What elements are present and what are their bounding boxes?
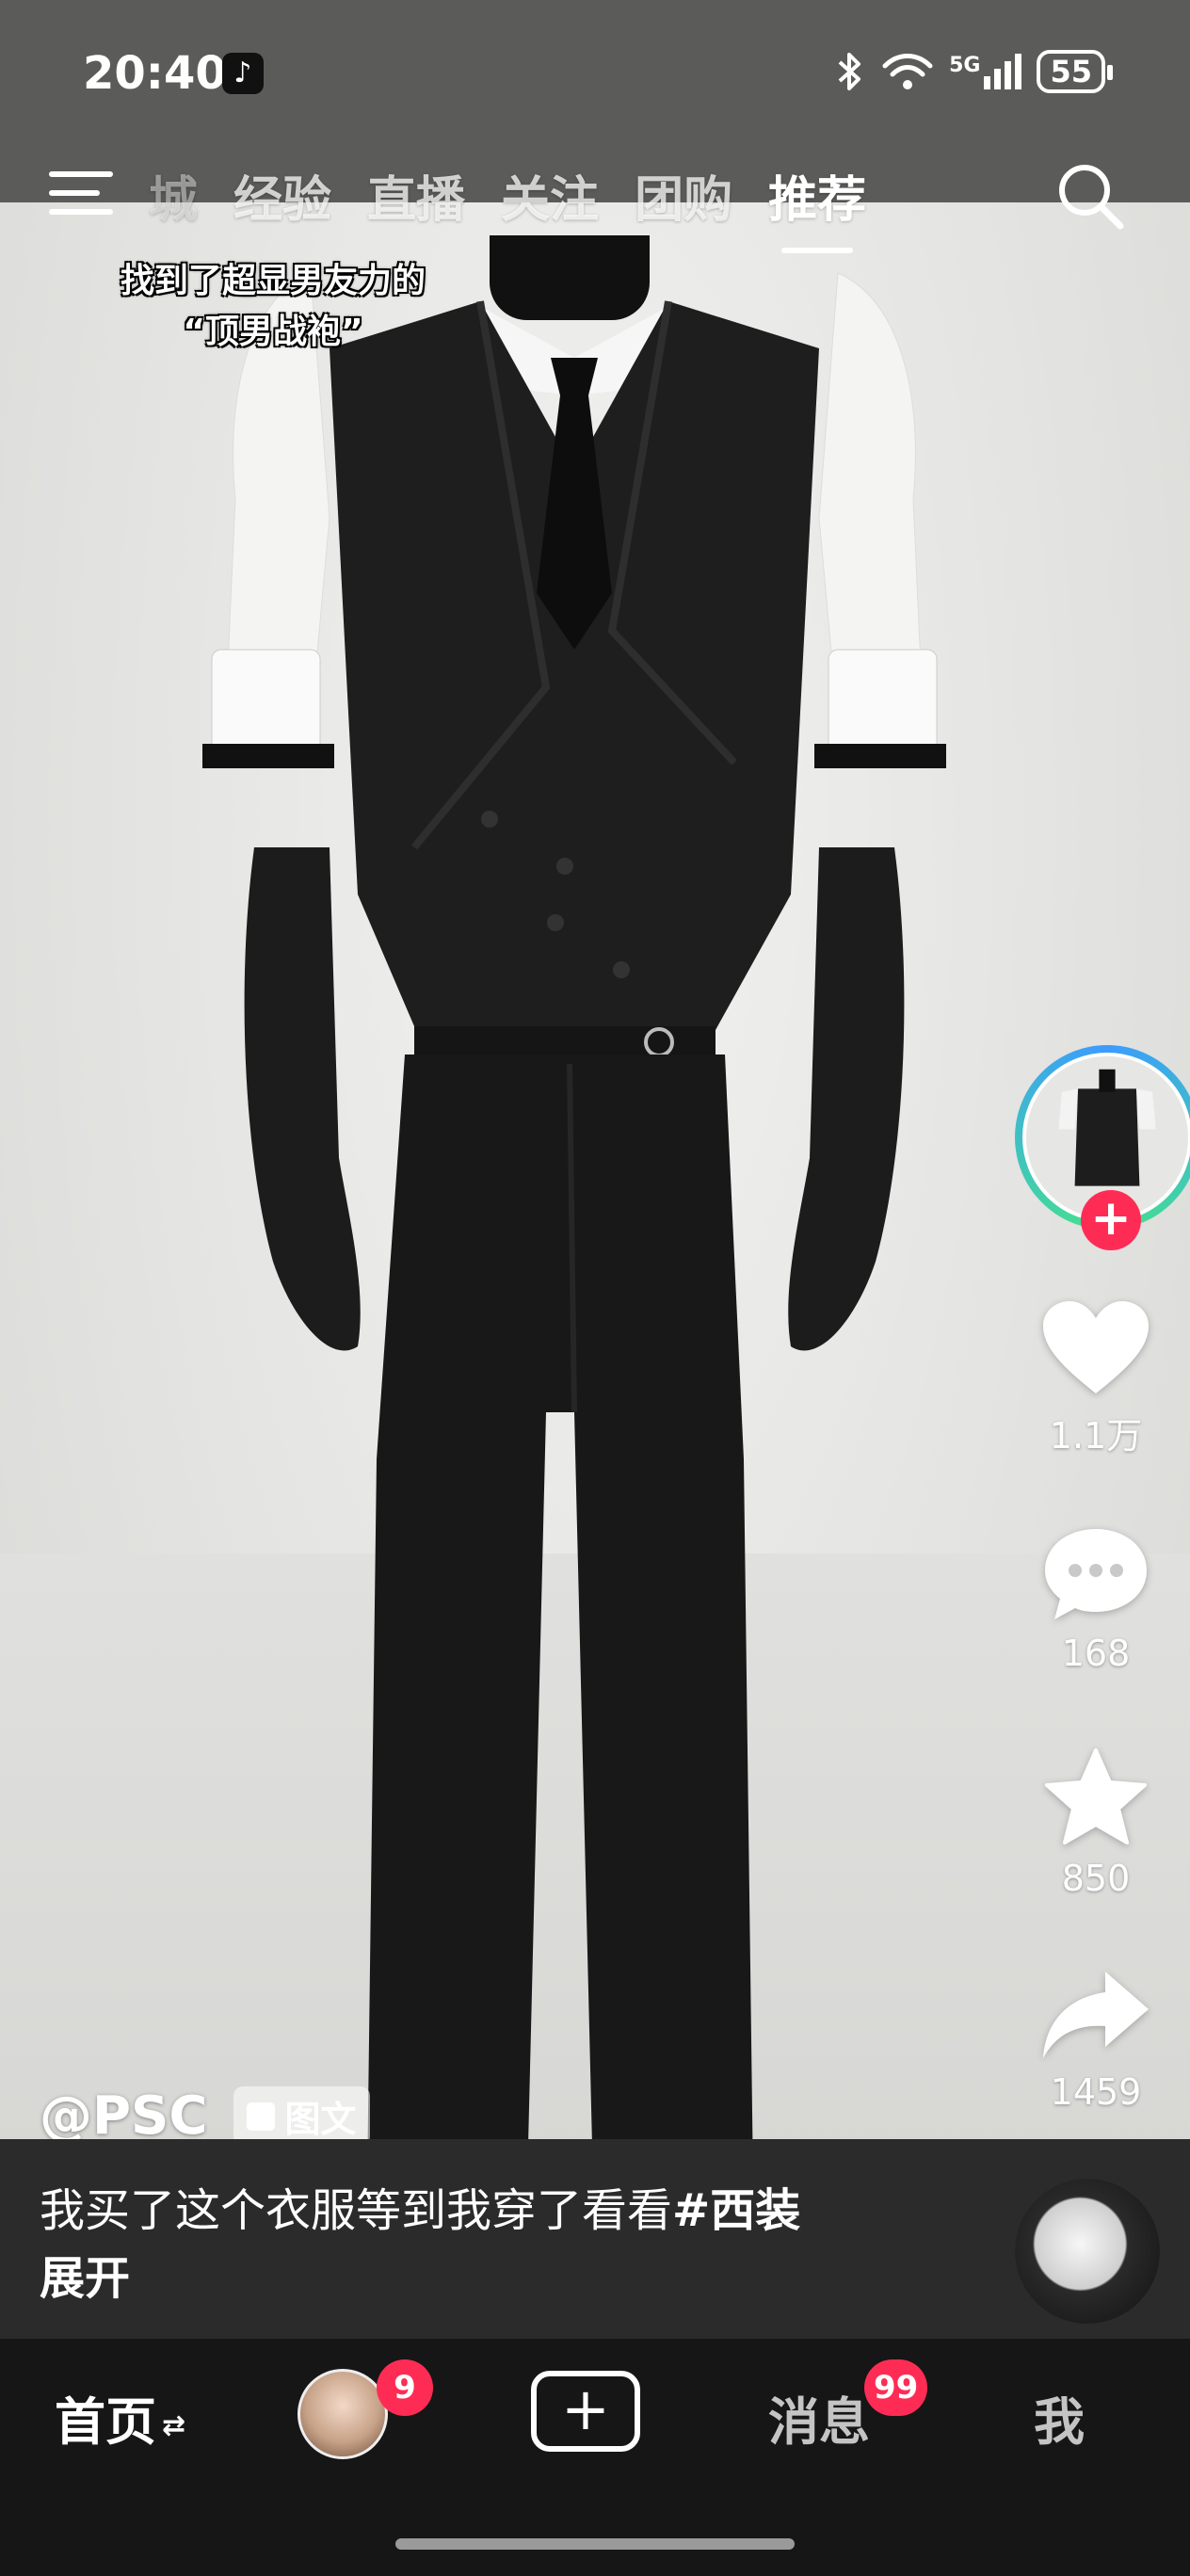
music-disc[interactable] bbox=[1015, 2179, 1160, 2324]
tab-following[interactable]: 关注 bbox=[501, 160, 599, 231]
nav-messages[interactable]: 消息 bbox=[768, 2380, 870, 2455]
heart-icon bbox=[1043, 1301, 1149, 1393]
comment-count: 168 bbox=[1061, 1633, 1131, 1674]
like-count: 1.1万 bbox=[1049, 1415, 1143, 1457]
messages-badge: 99 bbox=[864, 2359, 928, 2416]
nav-friends-avatar[interactable] bbox=[298, 2369, 388, 2459]
nav-home-label: 首页 bbox=[55, 2392, 156, 2452]
tab-live[interactable]: 直播 bbox=[367, 160, 465, 231]
image-text-icon bbox=[247, 2101, 276, 2131]
description-text: 我买了这个衣服等到我穿了看看 bbox=[40, 2184, 673, 2237]
tab-group-buy[interactable]: 团购 bbox=[635, 160, 732, 231]
nav-home[interactable]: 首页 ⇄ bbox=[55, 2380, 185, 2455]
menu-icon[interactable] bbox=[49, 171, 113, 228]
hashtag-link[interactable]: #西装 bbox=[672, 2184, 800, 2237]
video-caption: 找到了超显男友力的 “顶男战袍” bbox=[99, 256, 447, 358]
post-type-label: 图文 bbox=[284, 2099, 357, 2140]
star-icon bbox=[1045, 1748, 1147, 1844]
follow-button[interactable]: + bbox=[1081, 1190, 1141, 1250]
share-button[interactable]: 1459 bbox=[1002, 1968, 1190, 2113]
description-panel: 我买了这个衣服等到我穿了看看#西装 展开 bbox=[0, 2139, 1190, 2339]
status-time: 20:40 bbox=[83, 47, 227, 100]
author-row: @PSC 图文 bbox=[40, 2085, 370, 2147]
comment-icon bbox=[1045, 1529, 1147, 1619]
status-indicators: 5G 55 bbox=[834, 49, 1113, 94]
nav-me[interactable]: 我 bbox=[1034, 2380, 1085, 2455]
top-nav: 城 经验 直播 关注 团购 推荐 bbox=[0, 151, 1190, 254]
favorite-button[interactable]: 850 bbox=[1002, 1747, 1190, 1899]
tab-mall[interactable]: 城 bbox=[149, 160, 198, 231]
tiktok-notification-icon: ♪ bbox=[222, 53, 264, 94]
home-indicator[interactable] bbox=[395, 2538, 795, 2550]
search-icon[interactable] bbox=[1053, 158, 1128, 233]
tab-recommended[interactable]: 推荐 bbox=[768, 160, 866, 253]
swap-icon: ⇄ bbox=[162, 2408, 186, 2442]
favorite-count: 850 bbox=[1061, 1858, 1131, 1899]
battery-indicator: 55 bbox=[1037, 50, 1113, 93]
video-caption-line2: “顶男战袍” bbox=[183, 313, 363, 351]
expand-link[interactable]: 展开 bbox=[40, 2245, 972, 2312]
status-bar: 20:40 ♪ 5G 55 bbox=[0, 0, 1190, 151]
bluetooth-icon bbox=[838, 53, 861, 90]
feed-tabs: 城 经验 直播 关注 团购 推荐 bbox=[149, 160, 902, 253]
comment-button[interactable]: 168 bbox=[1002, 1525, 1190, 1674]
mannequin-suit-image bbox=[202, 235, 946, 2184]
wifi-icon bbox=[882, 54, 933, 89]
video-caption-line1: 找到了超显男友力的 bbox=[120, 262, 426, 300]
author-name[interactable]: @PSC bbox=[40, 2085, 207, 2147]
post-type-badge: 图文 bbox=[233, 2086, 370, 2146]
tab-experience[interactable]: 经验 bbox=[233, 160, 331, 231]
share-arrow-icon bbox=[1043, 1972, 1149, 2058]
create-button[interactable]: + bbox=[531, 2371, 640, 2452]
share-count: 1459 bbox=[1050, 2071, 1142, 2113]
network-type: 5G bbox=[949, 54, 981, 77]
post-description[interactable]: 我买了这个衣服等到我穿了看看#西装 展开 bbox=[40, 2177, 972, 2312]
like-button[interactable]: 1.1万 bbox=[1002, 1299, 1190, 1458]
cell-signal-icon: 5G bbox=[949, 54, 1022, 89]
friends-badge: 9 bbox=[377, 2359, 433, 2416]
